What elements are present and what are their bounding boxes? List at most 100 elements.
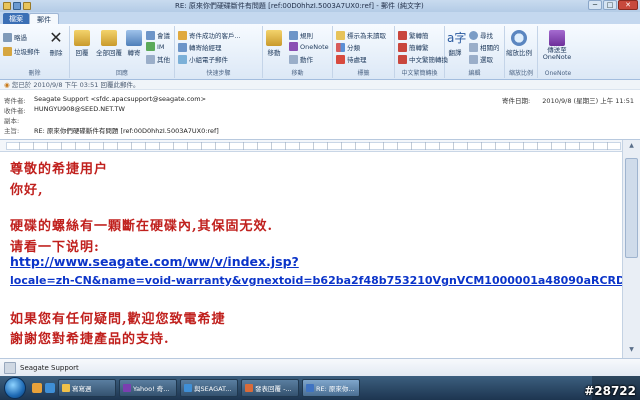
convert-icon: [398, 30, 407, 40]
calendar-icon: [146, 30, 155, 40]
people-pane: Seagate Support: [0, 358, 640, 376]
people-pane-name[interactable]: Seagate Support: [20, 364, 79, 372]
browser-icon: [184, 384, 192, 392]
im-icon: [146, 42, 155, 51]
taskbar-item[interactable]: 與SEAGAT...: [180, 379, 238, 397]
app-icon: [62, 384, 70, 392]
ribbon: 略過 垃圾郵件 ✕ 刪除 刪除 回覆 全部回覆 轉寄 會議 IM 其他 回應 寄…: [0, 24, 640, 80]
sent-date: 寄件日期: 2010/9/8 (星期三) 上午 11:51: [502, 97, 634, 105]
translate-button[interactable]: a字 翻譯: [447, 30, 467, 57]
message-body[interactable]: 尊敬的希捷用户 你好, 硬碟的螺絲有一顆斷在硬碟內,其保固无效. 请看一下说明:…: [0, 152, 625, 358]
actions-button[interactable]: 動作: [289, 54, 313, 64]
undo-icon[interactable]: [13, 2, 21, 10]
simp-to-trad-button[interactable]: 簡轉繁: [398, 42, 429, 52]
more-button[interactable]: 其他: [146, 54, 170, 64]
reply-icon: [74, 30, 90, 46]
quick-step-3[interactable]: 小組電子郵件: [178, 54, 228, 64]
body-line: 硬碟的螺絲有一顆斷在硬碟內,其保固无效.: [10, 219, 274, 234]
reply-button[interactable]: 回覆: [74, 30, 90, 57]
ignore-button[interactable]: 略過: [3, 32, 27, 42]
move-folder-icon: [266, 30, 282, 46]
body-line: 请看一下说明:: [10, 240, 100, 255]
body-line: 你好,: [10, 183, 44, 198]
mark-unread-button[interactable]: 標示為未讀取: [336, 30, 386, 40]
start-button[interactable]: [4, 377, 26, 399]
vertical-scrollbar[interactable]: ▲ ▼: [622, 140, 640, 358]
rules-icon: [289, 30, 298, 40]
from-value[interactable]: Seagate Support <sfdc.apacsupport@seagat…: [34, 95, 206, 105]
convert-icon: [398, 42, 407, 52]
to-row: 收件者: HUNGYU908@SEED.NET.TW: [4, 105, 125, 115]
explorer-icon[interactable]: [32, 383, 42, 393]
actions-icon: [289, 54, 298, 64]
send-to-onenote-button[interactable]: 傳送至 OneNote: [540, 30, 574, 61]
trad-to-simp-button[interactable]: 繁轉簡: [398, 30, 429, 40]
quick-step-2[interactable]: 轉寄給經理: [178, 42, 222, 52]
rules-button[interactable]: 規則: [289, 30, 313, 40]
quick-launch: [32, 383, 55, 393]
forward-button[interactable]: 轉寄: [126, 30, 142, 57]
move-button[interactable]: 移動: [266, 30, 282, 57]
group-zoom: 縮放比例 縮放比例: [505, 26, 538, 78]
onenote-move-button[interactable]: OneNote: [289, 42, 329, 51]
body-line: 尊敬的希捷用户: [10, 162, 109, 177]
follow-up-button[interactable]: 待處理: [336, 54, 367, 64]
info-icon: ◉: [4, 81, 10, 89]
window-title: RE: 原來你們硬碟斷件有問題 [ref:00D0hhzI.5003A7UX0:…: [175, 2, 424, 10]
minimize-button[interactable]: ─: [588, 0, 602, 10]
maximize-button[interactable]: □: [603, 0, 617, 10]
taskbar-item[interactable]: RE: 原來你...: [302, 379, 360, 397]
subject-value: RE: 原來你們硬碟斷件有問題 [ref:00D0hhzI.5003A7UX0:…: [34, 127, 219, 135]
tab-message[interactable]: 郵件: [29, 13, 59, 24]
group-delete: 略過 垃圾郵件 ✕ 刪除 刪除: [0, 26, 70, 78]
browser-icon: [245, 384, 253, 392]
reply-all-button[interactable]: 全部回覆: [96, 30, 122, 57]
group-chinese-conversion: 繁轉簡 簡轉繁 中文繁簡轉換 中文繁簡轉換: [395, 26, 448, 78]
close-button[interactable]: ✕: [618, 0, 638, 10]
related-button[interactable]: 相關的: [469, 42, 500, 52]
ribbon-tabs: 檔案 郵件: [0, 12, 640, 24]
envelope-icon: [336, 30, 345, 40]
save-icon[interactable]: [3, 2, 11, 10]
title-bar: RE: 原來你們硬碟斷件有問題 [ref:00D0hhzI.5003A7UX0:…: [0, 0, 640, 12]
tab-file[interactable]: 檔案: [3, 13, 29, 24]
taskbar-item[interactable]: Yahoo! 奇...: [119, 379, 177, 397]
taskbar-item[interactable]: 發表回覆 -...: [241, 379, 299, 397]
forward-icon: [126, 30, 142, 46]
find-button[interactable]: 尋找: [469, 30, 493, 40]
select-button[interactable]: 選取: [469, 54, 493, 64]
delete-button[interactable]: ✕ 刪除: [48, 28, 64, 58]
taskbar-item[interactable]: 寫寫週: [58, 379, 116, 397]
ruler: [0, 140, 640, 152]
team-email-icon: [178, 54, 187, 64]
reply-all-icon: [101, 30, 117, 46]
folder-icon: [178, 30, 187, 40]
im-button[interactable]: IM: [146, 42, 165, 51]
message-header: ◉ 您已於 2010/9/8 下午 03:51 回覆此郵件。 寄件者: Seag…: [0, 80, 640, 140]
yahoo-icon: [123, 384, 131, 392]
browser-icon[interactable]: [45, 383, 55, 393]
cc-row: 副本:: [4, 117, 20, 125]
convert-icon: [398, 54, 407, 64]
warranty-link-continued[interactable]: locale=zh-CN&name=void-warranty&vgnextoi…: [10, 274, 625, 287]
junk-button[interactable]: 垃圾郵件: [3, 46, 40, 56]
from-row: 寄件者: Seagate Support <sfdc.apacsupport@s…: [4, 95, 207, 105]
zoom-button[interactable]: 縮放比例: [506, 30, 532, 57]
to-value[interactable]: HUNGYU908@SEED.NET.TW: [34, 105, 125, 115]
related-icon: [469, 42, 478, 52]
quick-access-toolbar: [0, 2, 31, 10]
meeting-button[interactable]: 會議: [146, 30, 170, 40]
scroll-thumb[interactable]: [625, 158, 638, 258]
scroll-down-arrow[interactable]: ▼: [625, 346, 638, 356]
delete-icon: ✕: [49, 28, 63, 47]
quick-step-1[interactable]: 寄件成功的客戶...: [178, 30, 241, 40]
group-editing: a字 翻譯 尋找 相關的 選取 編輯: [445, 26, 505, 78]
chinese-conversion-button[interactable]: 中文繁簡轉換: [398, 54, 448, 64]
warranty-link[interactable]: http://www.seagate.com/ww/v/index.jsp?: [10, 254, 299, 269]
scroll-up-arrow[interactable]: ▲: [625, 142, 638, 152]
magnifier-icon: [511, 30, 527, 46]
redo-icon[interactable]: [23, 2, 31, 10]
translate-icon: a字: [447, 31, 467, 45]
find-icon: [469, 30, 478, 40]
categorize-button[interactable]: 分類: [336, 42, 360, 52]
